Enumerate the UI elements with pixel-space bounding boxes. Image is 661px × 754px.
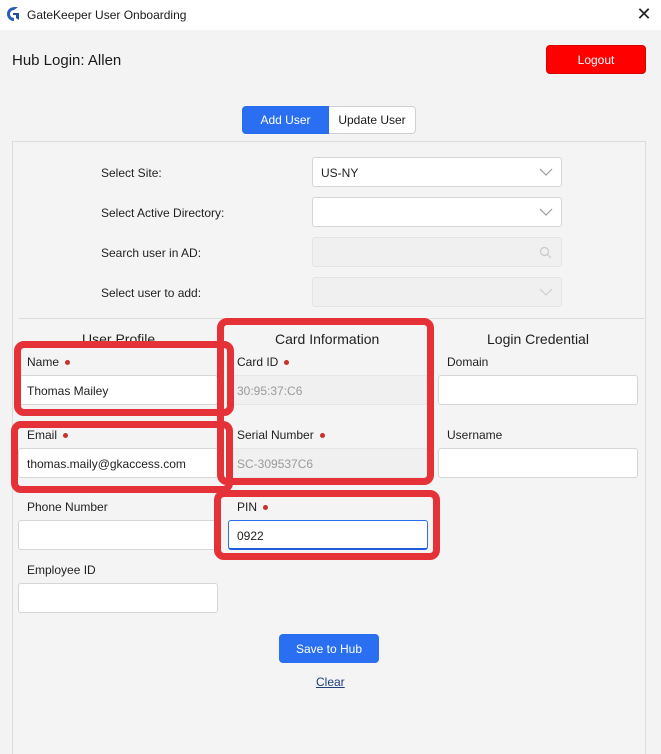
name-field[interactable]: Thomas Mailey [18, 375, 218, 405]
section-divider [18, 318, 644, 319]
domain-label: Domain [447, 355, 489, 369]
phone-field[interactable] [18, 520, 218, 550]
required-indicator [63, 432, 69, 438]
email-field[interactable]: thomas.maily@gkaccess.com [18, 448, 218, 478]
username-label: Username [447, 428, 503, 442]
serial-number-label: Serial Number [237, 428, 325, 442]
title-bar: GateKeeper User Onboarding ✕ [0, 0, 661, 30]
tab-update-user[interactable]: Update User [329, 106, 416, 134]
phone-label: Phone Number [27, 500, 108, 514]
mode-tabs: Add User Update User [242, 106, 416, 134]
pin-field[interactable]: 0922 [228, 520, 428, 550]
required-indicator [65, 359, 71, 365]
pin-label: PIN [237, 500, 269, 514]
name-label: Name [27, 355, 71, 369]
username-field[interactable] [438, 448, 638, 478]
required-indicator [319, 432, 325, 438]
user-profile-title: User Profile [82, 331, 156, 347]
domain-field[interactable] [438, 375, 638, 405]
card-information-title: Card Information [275, 331, 380, 347]
email-label: Email [27, 428, 69, 442]
user-to-add-dropdown[interactable] [312, 277, 562, 307]
chevron-down-icon [539, 288, 553, 296]
site-dropdown[interactable]: US-NY [312, 157, 562, 187]
card-id-field: 30:95:37:C6 [228, 375, 428, 405]
select-ad-label: Select Active Directory: [101, 206, 225, 220]
employee-id-label: Employee ID [27, 563, 96, 577]
save-to-hub-button[interactable]: Save to Hub [279, 634, 379, 663]
serial-number-field: SC-309537C6 [228, 448, 428, 478]
window-title: GateKeeper User Onboarding [27, 8, 187, 22]
required-indicator [284, 359, 290, 365]
select-user-label: Select user to add: [101, 286, 202, 300]
search-user-label: Search user in AD: [101, 246, 202, 260]
hub-login-label: Hub Login: Allen [12, 52, 122, 69]
logout-button[interactable]: Logout [546, 45, 646, 74]
required-indicator [263, 504, 269, 510]
clear-link[interactable]: Clear [316, 675, 345, 689]
card-id-label: Card ID [237, 355, 290, 369]
chevron-down-icon [539, 168, 553, 176]
login-credential-title: Login Credential [487, 331, 589, 347]
select-site-label: Select Site: [101, 166, 162, 180]
gatekeeper-logo-icon [7, 7, 19, 21]
close-icon[interactable]: ✕ [632, 4, 656, 26]
employee-id-field[interactable] [18, 583, 218, 613]
search-icon [539, 246, 552, 259]
active-directory-dropdown[interactable] [312, 197, 562, 227]
search-user-input[interactable] [312, 237, 562, 267]
chevron-down-icon [539, 208, 553, 216]
tab-add-user[interactable]: Add User [242, 106, 329, 134]
site-dropdown-value: US-NY [321, 166, 359, 180]
